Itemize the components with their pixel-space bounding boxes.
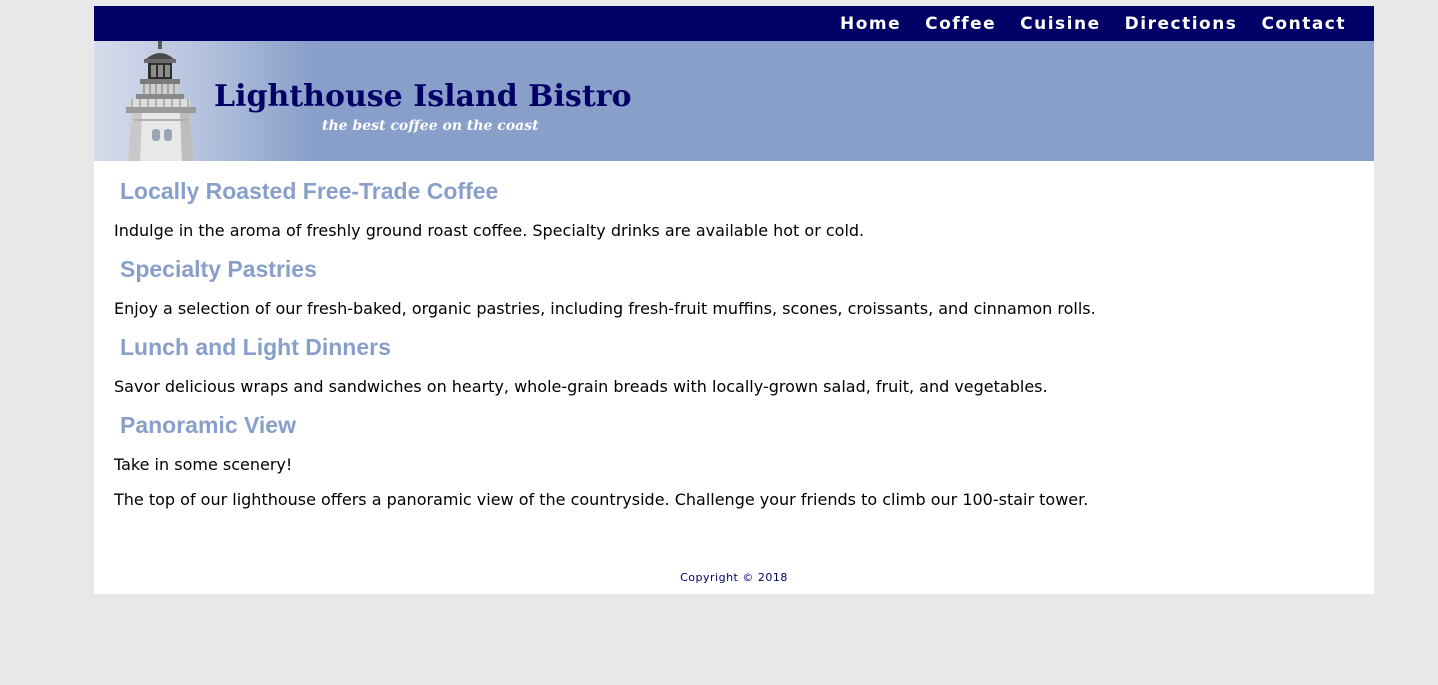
section-heading-view: Panoramic View <box>120 412 296 438</box>
copyright-text: Copyright © 2018 <box>680 571 788 584</box>
site-tagline: the best coffee on the coast <box>322 118 539 134</box>
section-text-view-intro: Take in some scenery! <box>114 455 293 474</box>
section-text-pastries: Enjoy a selection of our fresh-baked, or… <box>114 299 1096 318</box>
section-text-view-detail: The top of our lighthouse offers a panor… <box>114 490 1089 509</box>
section-text-coffee: Indulge in the aroma of freshly ground r… <box>114 221 865 240</box>
section-heading-coffee: Locally Roasted Free-Trade Coffee <box>120 178 499 204</box>
header-banner: Lighthouse Island Bistro the best coffee… <box>94 41 1374 161</box>
main-content: Locally Roasted Free-Trade Coffee Indulg… <box>94 161 1374 509</box>
nav-contact-link[interactable]: Contact <box>1261 14 1346 34</box>
nav-coffee-link[interactable]: Coffee <box>925 14 996 34</box>
nav-home-link[interactable]: Home <box>840 14 901 34</box>
section-text-lunch: Savor delicious wraps and sandwiches on … <box>114 377 1048 396</box>
lighthouse-icon <box>126 41 196 161</box>
nav-directions-link[interactable]: Directions <box>1125 14 1238 34</box>
site-title: Lighthouse Island Bistro <box>214 79 632 114</box>
nav-cuisine-link[interactable]: Cuisine <box>1020 14 1100 34</box>
top-navigation: Home Coffee Cuisine Directions Contact <box>94 6 1374 41</box>
page-wrapper: Home Coffee Cuisine Directions Contact L… <box>94 6 1374 594</box>
section-heading-pastries: Specialty Pastries <box>120 256 317 282</box>
page-footer: Copyright © 2018 <box>94 571 1374 584</box>
section-heading-lunch: Lunch and Light Dinners <box>120 334 391 360</box>
nav-list: Home Coffee Cuisine Directions Contact <box>94 6 1374 41</box>
